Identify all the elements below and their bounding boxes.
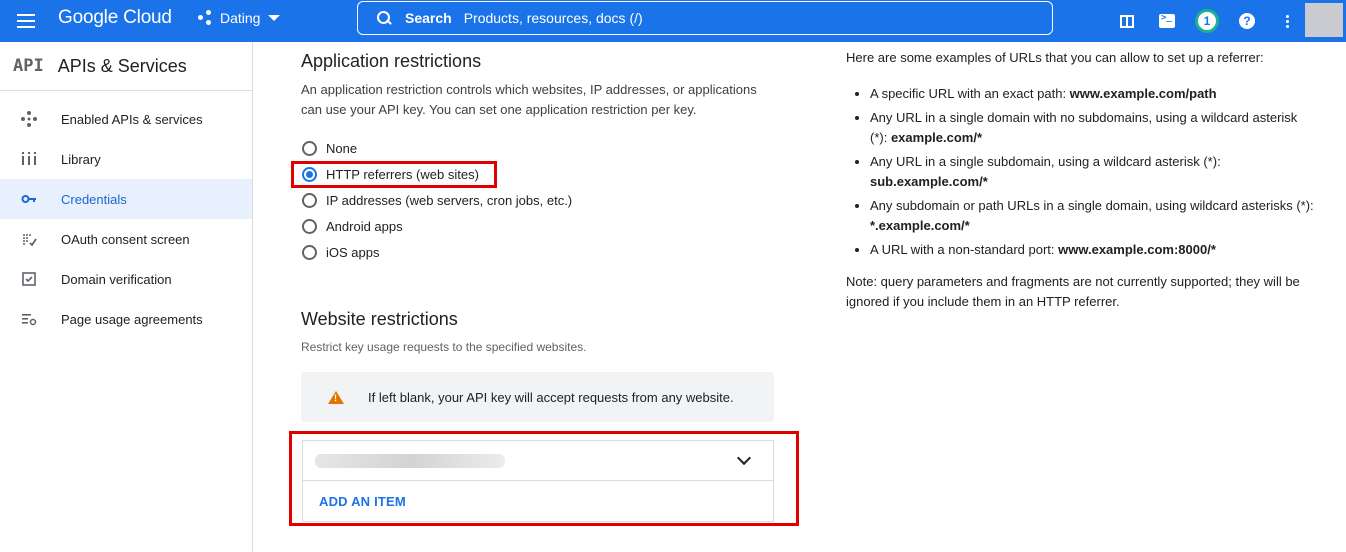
radio-none[interactable]: None [302, 137, 357, 159]
radio-ios-apps[interactable]: iOS apps [302, 241, 379, 263]
examples-list: A specific URL with an exact path: www.e… [846, 84, 1316, 260]
list-item: Any URL in a single domain with no subdo… [846, 108, 1316, 148]
list-item: Any subdomain or path URLs in a single d… [846, 196, 1316, 236]
api-logo-icon: API [13, 56, 44, 76]
warning-callout: If left blank, your API key will accept … [301, 372, 774, 422]
hamburger-menu-icon[interactable] [14, 9, 38, 33]
highlight-box-referrers [291, 161, 497, 188]
website-restrictions-description: Restrict key usage requests to the speci… [301, 340, 587, 354]
sidebar-item-label: Domain verification [61, 271, 172, 287]
project-dots-icon [198, 10, 214, 26]
notifications-badge[interactable]: 1 [1195, 9, 1219, 33]
radio-button[interactable] [302, 140, 317, 156]
sidebar-item-page-usage[interactable]: Page usage agreements [0, 299, 252, 339]
application-restrictions-description: An application restriction controls whic… [301, 82, 757, 117]
radio-label: iOS apps [326, 244, 380, 260]
top-bar: Google Cloud Dating Search Products, res… [0, 0, 1346, 42]
list-item: Any URL in a single subdomain, using a w… [846, 152, 1316, 192]
sidebar-item-domain-verification[interactable]: Domain verification [0, 259, 252, 299]
avatar[interactable] [1305, 3, 1343, 37]
key-icon [21, 191, 37, 207]
radio-label: Android apps [326, 218, 403, 234]
sidebar-item-label: Page usage agreements [61, 311, 203, 327]
highlight-box-website-items [289, 431, 799, 526]
sidebar-item-label: Credentials [61, 191, 127, 207]
search-placeholder: Products, resources, docs (/) [463, 10, 643, 26]
radio-ip-addresses[interactable]: IP addresses (web servers, cron jobs, et… [302, 189, 572, 211]
sidebar-item-enabled-apis[interactable]: Enabled APIs & services [0, 99, 252, 139]
diamond-arrows-icon [21, 111, 37, 127]
settings-list-icon [21, 311, 37, 327]
sidebar-item-oauth-consent[interactable]: OAuth consent screen [0, 219, 252, 259]
search-icon [377, 11, 391, 25]
search-bar[interactable]: Search Products, resources, docs (/) [357, 1, 1053, 35]
sidebar-title: APIs & Services [57, 55, 187, 76]
warning-text: If left blank, your API key will accept … [368, 389, 734, 405]
more-vert-icon[interactable] [1275, 9, 1299, 33]
warning-icon [328, 390, 344, 404]
gift-icon[interactable] [1115, 9, 1139, 33]
help-note: Note: query parameters and fragments are… [846, 274, 1300, 309]
oauth-icon [21, 231, 37, 247]
cloud-shell-icon[interactable] [1155, 9, 1179, 33]
sidebar-item-library[interactable]: Library [0, 139, 252, 179]
application-restrictions-heading: Application restrictions [301, 51, 482, 71]
sidebar: API APIs & Services Enabled APIs & servi… [0, 42, 253, 552]
radio-label: IP addresses (web servers, cron jobs, et… [326, 192, 573, 208]
caret-down-icon [268, 15, 281, 21]
search-label: Search [405, 10, 452, 26]
radio-button[interactable] [302, 218, 317, 234]
help-icon[interactable]: ? [1235, 9, 1259, 33]
google-cloud-logo[interactable]: Google Cloud [58, 7, 172, 29]
list-item: A specific URL with an exact path: www.e… [846, 84, 1316, 104]
radio-android-apps[interactable]: Android apps [302, 215, 403, 237]
checkbox-icon [21, 271, 37, 287]
list-item: A URL with a non-standard port: www.exam… [846, 240, 1316, 260]
radio-label: None [326, 140, 358, 156]
sidebar-item-label: OAuth consent screen [61, 231, 190, 247]
project-name: Dating [220, 10, 261, 26]
radio-button[interactable] [302, 192, 317, 208]
sidebar-item-label: Library [61, 151, 101, 167]
project-selector[interactable]: Dating [198, 10, 281, 26]
help-intro: Here are some examples of URLs that you … [846, 50, 1264, 65]
sidebar-item-credentials[interactable]: Credentials [0, 179, 252, 219]
website-restrictions-heading: Website restrictions [301, 309, 458, 329]
library-icon [21, 151, 37, 167]
radio-button[interactable] [302, 244, 317, 260]
help-panel: Here are some examples of URLs that you … [846, 48, 1316, 312]
sidebar-header: API APIs & Services [0, 42, 252, 91]
sidebar-item-label: Enabled APIs & services [61, 111, 203, 127]
